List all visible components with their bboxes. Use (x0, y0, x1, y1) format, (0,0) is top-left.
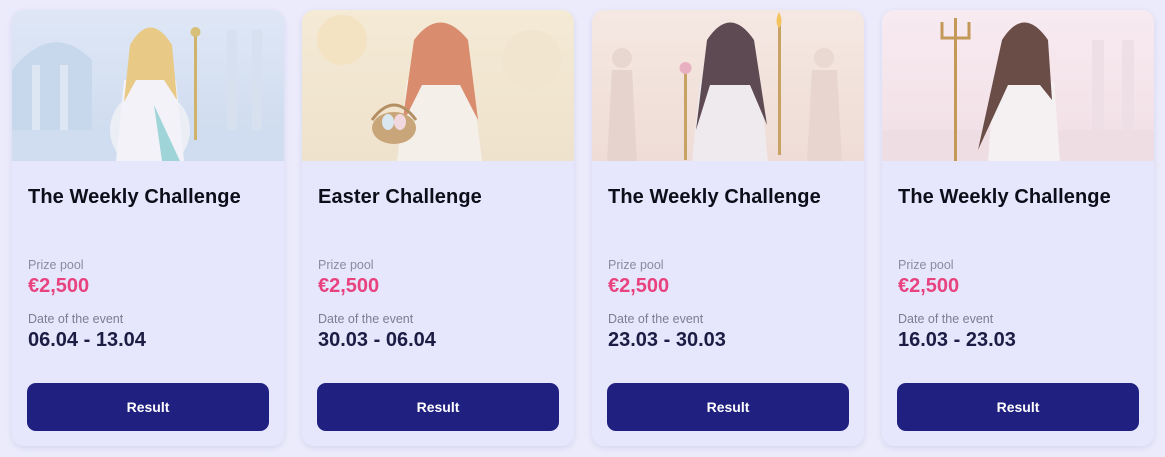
challenge-card[interactable]: The Weekly Challenge Prize pool €2,500 D… (592, 10, 864, 446)
challenge-card[interactable]: The Weekly Challenge Prize pool €2,500 D… (12, 10, 284, 446)
challenge-title: The Weekly Challenge (28, 186, 241, 208)
prize-pool-label: Prize pool (898, 258, 954, 272)
result-button[interactable]: Result (317, 383, 559, 431)
event-date-label: Date of the event (28, 312, 124, 326)
challenge-card[interactable]: The Weekly Challenge Prize pool €2,500 D… (882, 10, 1154, 446)
goddess-with-easter-basket-image (302, 10, 574, 161)
event-date-value: 30.03 - 06.04 (318, 329, 436, 351)
event-date-label: Date of the event (898, 312, 994, 326)
result-button[interactable]: Result (897, 383, 1139, 431)
prize-pool-label: Prize pool (28, 258, 84, 272)
prize-pool-value: €2,500 (28, 275, 90, 297)
goddess-with-torch-and-staff-image (592, 10, 864, 161)
prize-pool-label: Prize pool (608, 258, 664, 272)
challenge-cards-row: The Weekly Challenge Prize pool €2,500 D… (0, 0, 1165, 457)
result-button[interactable]: Result (27, 383, 269, 431)
result-button[interactable]: Result (607, 383, 849, 431)
event-date-value: 23.03 - 30.03 (608, 329, 726, 351)
challenge-card[interactable]: Easter Challenge Prize pool €2,500 Date … (302, 10, 574, 446)
challenge-title: The Weekly Challenge (608, 186, 821, 208)
goddess-with-trident-image (882, 10, 1154, 161)
event-date-label: Date of the event (318, 312, 414, 326)
challenge-title: The Weekly Challenge (898, 186, 1111, 208)
event-date-label: Date of the event (608, 312, 704, 326)
event-date-value: 06.04 - 13.04 (28, 329, 146, 351)
prize-pool-label: Prize pool (318, 258, 374, 272)
goddess-with-caduceus-temple-image (12, 10, 284, 161)
prize-pool-value: €2,500 (608, 275, 670, 297)
prize-pool-value: €2,500 (318, 275, 380, 297)
event-date-value: 16.03 - 23.03 (898, 329, 1016, 351)
prize-pool-value: €2,500 (898, 275, 960, 297)
challenge-title: Easter Challenge (318, 186, 482, 208)
